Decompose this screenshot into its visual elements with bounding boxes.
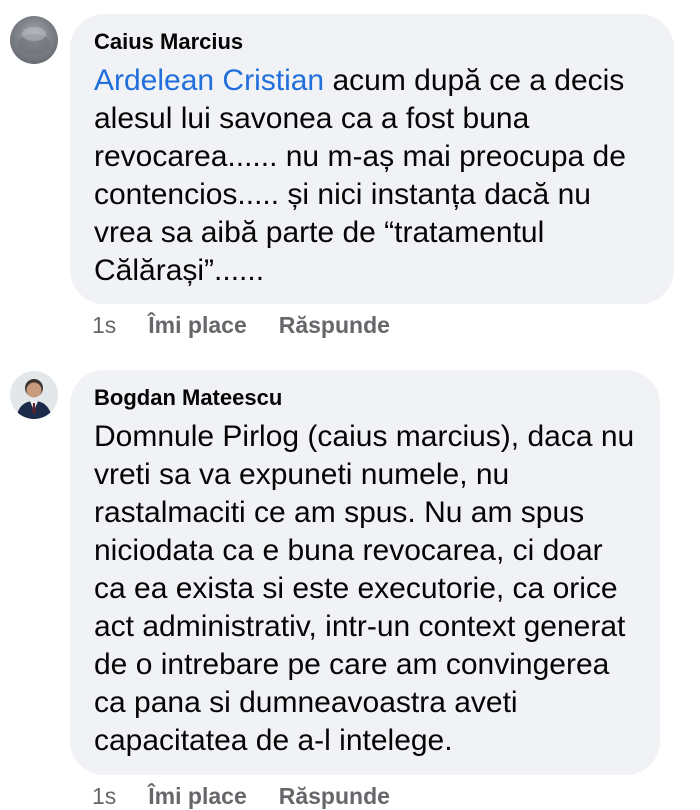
comment-timestamp[interactable]: 1s — [92, 783, 116, 810]
avatar-image-icon — [10, 371, 58, 419]
comment-text: Domnule Pirlog (caius marcius), daca nu … — [94, 420, 635, 757]
reply-button[interactable]: Răspunde — [279, 312, 390, 339]
comment-timestamp[interactable]: 1s — [92, 312, 116, 339]
like-button[interactable]: Îmi place — [148, 783, 246, 810]
comment-actions: 1s Îmi place Răspunde — [92, 783, 390, 810]
comment-text: Ardelean Cristian acum după ce a decis a… — [94, 62, 652, 290]
mention-link[interactable]: Ardelean Cristian — [94, 64, 324, 97]
comment-actions: 1s Îmi place Răspunde — [92, 312, 390, 339]
avatar[interactable] — [10, 371, 58, 419]
comment-bubble: Bogdan Mateescu Domnule Pirlog (caius ma… — [70, 370, 660, 775]
comment-author[interactable]: Caius Marcius — [94, 28, 652, 56]
comment-body-text: acum după ce a decis alesul lui savonea … — [94, 64, 626, 287]
reply-button[interactable]: Răspunde — [279, 783, 390, 810]
comment-bubble: Caius Marcius Ardelean Cristian acum dup… — [70, 14, 674, 304]
avatar-image-icon — [18, 27, 50, 54]
comment-author[interactable]: Bogdan Mateescu — [94, 384, 638, 412]
avatar[interactable] — [10, 16, 58, 64]
like-button[interactable]: Îmi place — [148, 312, 246, 339]
